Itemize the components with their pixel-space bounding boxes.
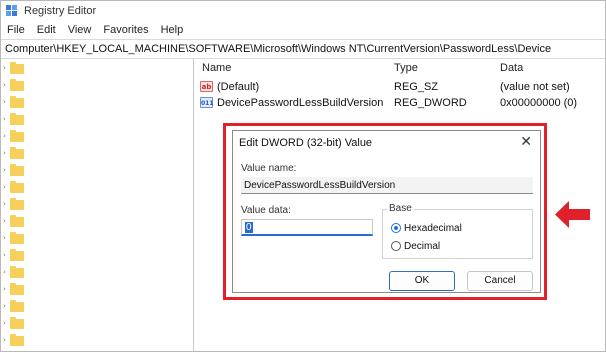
tree-item[interactable]: › [1, 333, 193, 349]
value-data: 0x00000000 (0) [500, 97, 578, 109]
base-group: Base Hexadecimal Decimal [382, 203, 533, 259]
dialog-title: Edit DWORD (32-bit) Value [239, 137, 373, 149]
chevron-right-icon[interactable]: › [3, 268, 6, 276]
folder-icon [10, 113, 24, 125]
list-header: Name Type Data [196, 59, 605, 77]
radio-selected-icon [391, 223, 401, 233]
tree-item[interactable]: › [1, 265, 193, 281]
tree-item[interactable]: › [1, 180, 193, 196]
tree-item[interactable]: › [1, 231, 193, 247]
radio-label: Hexadecimal [404, 222, 462, 234]
folder-icon [10, 96, 24, 108]
radio-decimal[interactable]: Decimal [391, 239, 440, 253]
folder-icon [10, 181, 24, 193]
chevron-right-icon[interactable]: › [3, 183, 6, 191]
tree-item[interactable]: › [1, 61, 193, 77]
tree-item[interactable]: › [1, 163, 193, 179]
folder-icon [10, 249, 24, 261]
chevron-right-icon[interactable]: › [3, 319, 6, 327]
menu-bar: File Edit View Favorites Help [1, 21, 605, 39]
edit-dword-dialog: Edit DWORD (32-bit) Value ✕ Value name: … [232, 130, 541, 293]
close-icon[interactable]: ✕ [520, 134, 532, 150]
folder-icon [10, 130, 24, 142]
menu-view[interactable]: View [68, 24, 92, 36]
list-row-default[interactable]: ab (Default) REG_SZ (value not set) [196, 79, 605, 95]
radio-label: Decimal [404, 240, 441, 252]
menu-edit[interactable]: Edit [37, 24, 56, 36]
menu-file[interactable]: File [7, 24, 25, 36]
column-header-data[interactable]: Data [500, 62, 523, 74]
chevron-right-icon[interactable]: › [3, 149, 6, 157]
chevron-right-icon[interactable]: › [3, 336, 6, 344]
chevron-right-icon[interactable]: › [3, 217, 6, 225]
value-data-label: Value data: [241, 205, 291, 216]
value-name: (Default) [217, 81, 260, 93]
tree-item[interactable]: › [1, 146, 193, 162]
tree-item[interactable]: › [1, 316, 193, 332]
folder-icon [10, 147, 24, 159]
registry-editor-window: Registry Editor File Edit View Favorites… [0, 0, 606, 352]
tree-item[interactable]: › [1, 197, 193, 213]
folder-icon [10, 266, 24, 278]
key-tree[interactable]: › › › › › › › › › › › › › › › › › [1, 59, 194, 351]
tree-item[interactable]: › [1, 78, 193, 94]
value-type: REG_DWORD [394, 97, 467, 109]
chevron-right-icon[interactable]: › [3, 251, 6, 259]
folder-icon [10, 232, 24, 244]
red-arrow-icon [555, 201, 590, 228]
chevron-right-icon[interactable]: › [3, 234, 6, 242]
chevron-right-icon[interactable]: › [3, 115, 6, 123]
value-name: DevicePasswordLessBuildVersion [217, 97, 384, 109]
tree-item[interactable]: › [1, 299, 193, 315]
chevron-right-icon[interactable]: › [3, 200, 6, 208]
list-row-build-version[interactable]: 011 DevicePasswordLessBuildVersion REG_D… [196, 95, 605, 111]
chevron-right-icon[interactable]: › [3, 64, 6, 72]
folder-icon [10, 300, 24, 312]
chevron-right-icon[interactable]: › [3, 285, 6, 293]
value-name-label: Value name: [241, 163, 297, 174]
folder-icon [10, 79, 24, 91]
value-name-field: DevicePasswordLessBuildVersion [241, 177, 533, 194]
window-title: Registry Editor [24, 5, 97, 17]
tree-item[interactable]: › [1, 112, 193, 128]
value-type: REG_SZ [394, 81, 439, 93]
dword-value-icon: 011 [200, 97, 214, 108]
tree-item[interactable]: › [1, 129, 193, 145]
highlight-box: Edit DWORD (32-bit) Value ✕ Value name: … [223, 123, 547, 300]
registry-editor-icon [6, 5, 18, 17]
folder-icon [10, 62, 24, 74]
tree-item[interactable]: › [1, 282, 193, 298]
folder-icon [10, 283, 24, 295]
chevron-right-icon[interactable]: › [3, 302, 6, 310]
folder-icon [10, 317, 24, 329]
value-data: (value not set) [500, 81, 570, 93]
cancel-button[interactable]: Cancel [467, 271, 533, 291]
tree-item[interactable]: › [1, 95, 193, 111]
tree-item[interactable]: › [1, 214, 193, 230]
folder-icon [10, 164, 24, 176]
folder-icon [10, 198, 24, 210]
chevron-right-icon[interactable]: › [3, 132, 6, 140]
chevron-right-icon[interactable]: › [3, 166, 6, 174]
folder-icon [10, 215, 24, 227]
column-header-name[interactable]: Name [202, 62, 231, 74]
menu-help[interactable]: Help [161, 24, 184, 36]
string-value-icon: ab [200, 81, 213, 92]
column-header-type[interactable]: Type [394, 62, 418, 74]
value-data-text: 0 [245, 222, 253, 233]
radio-unselected-icon [391, 241, 401, 251]
title-bar: Registry Editor [1, 1, 605, 21]
radio-hexadecimal[interactable]: Hexadecimal [391, 221, 462, 235]
menu-favorites[interactable]: Favorites [103, 24, 148, 36]
address-bar[interactable]: Computer\HKEY_LOCAL_MACHINE\SOFTWARE\Mic… [1, 39, 605, 59]
chevron-right-icon[interactable]: › [3, 81, 6, 89]
ok-button[interactable]: OK [389, 271, 455, 291]
folder-icon [10, 334, 24, 346]
base-label: Base [387, 203, 414, 214]
value-data-input[interactable]: 0 [241, 219, 373, 236]
tree-item[interactable]: › [1, 248, 193, 264]
chevron-right-icon[interactable]: › [3, 98, 6, 106]
